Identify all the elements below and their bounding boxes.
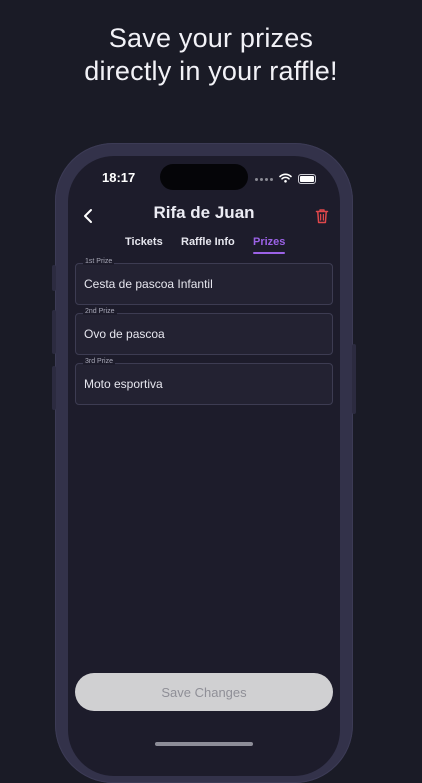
field-label: 1st Prize [83,258,115,265]
headline-line-1: Save your prizes [108,23,314,53]
status-indicators [255,170,316,188]
status-time: 18:17 [102,170,136,185]
save-changes-button[interactable]: Save Changes [75,673,333,711]
field-label: 3rd Prize [83,358,116,365]
third-prize-field[interactable]: 3rd Prize Moto esportiva [75,358,333,405]
headline: Save your prizes directly in your raffle… [0,22,422,88]
page-title: Rifa de Juan [153,203,255,222]
battery-icon [298,174,316,184]
phone-volume-down [52,366,56,410]
home-indicator [155,742,253,746]
signal-icon [255,177,273,181]
field-value: Moto esportiva [84,377,163,391]
field-value: Ovo de pascoa [84,327,165,341]
tab-label: Tickets [125,236,163,248]
field-value: Cesta de pascoa Infantil [84,277,213,291]
tab-raffle-info[interactable]: Raffle Info [181,236,235,248]
tab-prizes[interactable]: Prizes [253,236,286,254]
trash-icon [315,209,329,224]
wifi-icon [279,170,292,188]
delete-button[interactable] [310,204,334,228]
tab-label: Raffle Info [181,236,235,248]
phone-side-button [52,265,56,291]
dynamic-island [160,164,248,190]
second-prize-field[interactable]: 2nd Prize Ovo de pascoa [75,308,333,355]
tab-tickets[interactable]: Tickets [125,236,163,248]
active-tab-indicator [253,252,286,254]
headline-line-2: directly in your raffle! [84,56,338,86]
tab-bar: Tickets Raffle Info Prizes [68,236,340,258]
phone-power-button [352,344,356,414]
field-label: 2nd Prize [83,308,117,315]
first-prize-field[interactable]: 1st Prize Cesta de pascoa Infantil [75,258,333,305]
phone-volume-up [52,310,56,354]
phone-screen: 18:17 Rifa de Juan Tickets Raffle Info P… [68,156,340,776]
tab-label: Prizes [253,236,286,248]
